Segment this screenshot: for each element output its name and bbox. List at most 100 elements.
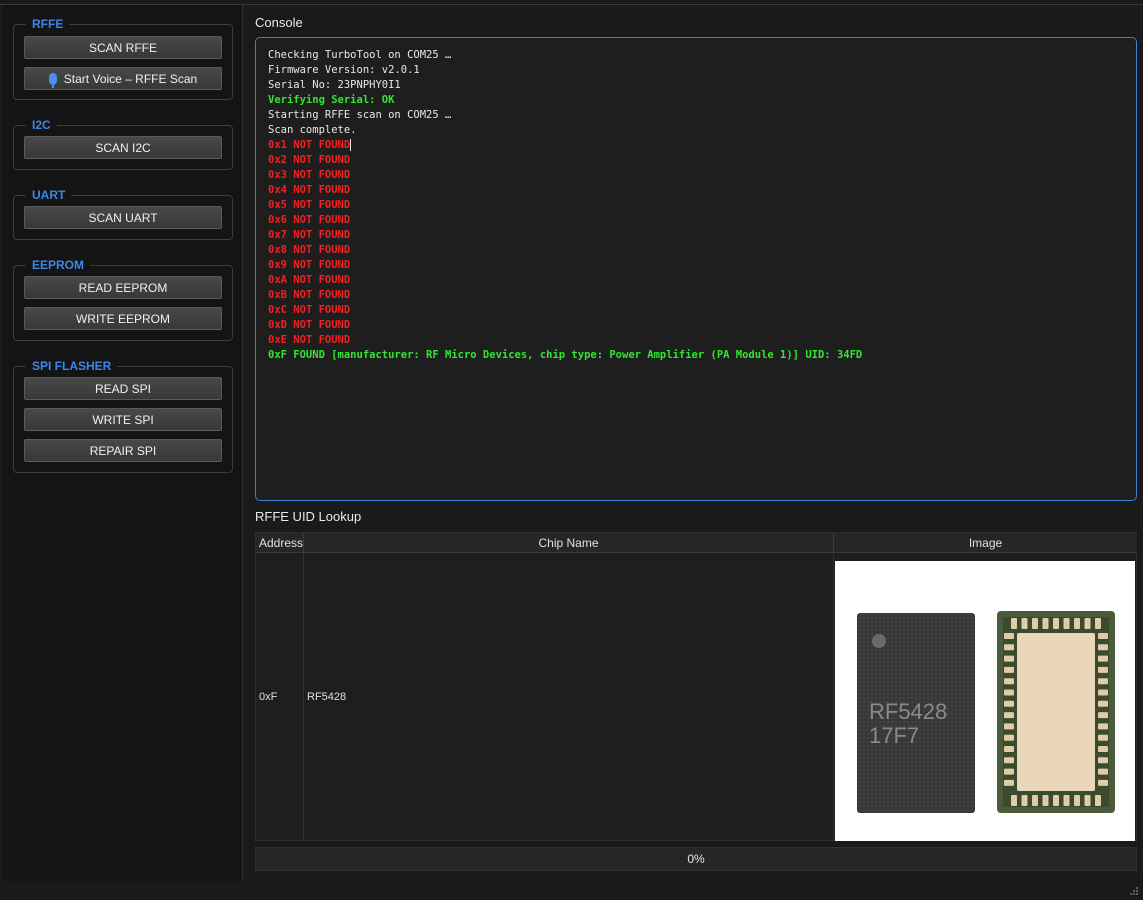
chip-pad (1004, 779, 1014, 786)
read-spi-button[interactable]: READ SPI (24, 377, 222, 400)
column-header-image[interactable]: Image (834, 533, 1137, 553)
chip-pad (1004, 768, 1014, 775)
rffe-group-title: RFFE (26, 16, 70, 32)
scan-i2c-label: SCAN I2C (95, 140, 151, 155)
console-line: 0x8 NOT FOUND (268, 244, 351, 256)
scan-i2c-button[interactable]: SCAN I2C (24, 136, 222, 159)
write-eeprom-label: WRITE EEPROM (75, 311, 170, 326)
chip-pad (1004, 723, 1014, 730)
chip-pad (1004, 757, 1014, 764)
chip-name-value: RF5428 (307, 691, 347, 703)
table-row-chip-name-cell[interactable]: RF5428 (304, 553, 834, 841)
chip-pad (1004, 712, 1014, 719)
chip-pad (1021, 795, 1028, 806)
chip-pad (1032, 618, 1038, 629)
console-line: Serial No: 23PNPHY0I1 (268, 79, 401, 91)
repair-spi-label: REPAIR SPI (89, 443, 157, 458)
chip-pad (1011, 795, 1017, 806)
write-spi-label: WRITE SPI (92, 412, 154, 427)
chip-pad (1021, 618, 1028, 629)
resize-grip-icon[interactable] (1129, 886, 1139, 896)
console-line: 0x1 NOT FOUND (268, 139, 352, 151)
console-line: 0x7 NOT FOUND (268, 229, 351, 241)
progress-label: 0% (687, 852, 705, 866)
chip-pad (1098, 757, 1108, 764)
chip-pad (1004, 655, 1014, 662)
chip-pad (1098, 746, 1108, 752)
console-title: Console (255, 15, 303, 30)
chip-pad (1084, 618, 1091, 629)
console-output[interactable]: Checking TurboTool on COM25 … Firmware Ve… (255, 37, 1137, 501)
chip-pad (1098, 644, 1108, 651)
chip-marking-line1: RF5428 (869, 699, 947, 724)
console-line: 0xA NOT FOUND (268, 274, 351, 286)
chip-pad (1063, 618, 1070, 629)
chip-pad (1032, 795, 1038, 806)
chip-pad (1074, 795, 1080, 806)
read-eeprom-button[interactable]: READ EEPROM (24, 276, 222, 299)
chip-pad (1004, 678, 1014, 685)
write-spi-button[interactable]: WRITE SPI (24, 408, 222, 431)
i2c-group: I2C SCAN I2C (13, 117, 233, 170)
progress-bar: 0% (255, 847, 1137, 871)
console-line: 0x4 NOT FOUND (268, 184, 351, 196)
chip-marking-line2: 17F7 (869, 723, 919, 748)
column-header-chip-name[interactable]: Chip Name (304, 533, 834, 553)
chip-pad (1042, 618, 1049, 629)
table-row-address-cell[interactable]: 0xF (256, 553, 304, 841)
eeprom-group: EEPROM READ EEPROM WRITE EEPROM (13, 257, 233, 341)
chip-pad (1063, 795, 1070, 806)
write-eeprom-button[interactable]: WRITE EEPROM (24, 307, 222, 330)
chip-pad (1098, 779, 1108, 786)
chip-pad (1095, 795, 1101, 806)
eeprom-group-title: EEPROM (26, 257, 91, 273)
chip-pad (1084, 795, 1091, 806)
scan-uart-label: SCAN UART (88, 210, 158, 225)
chip-pad (1004, 666, 1014, 673)
uart-group-title: UART (26, 187, 72, 203)
chip-pad (1004, 734, 1014, 741)
chip-pad (1004, 746, 1014, 752)
rffe-group: RFFE SCAN RFFE Start Voice – RFFE Scan (13, 16, 233, 100)
console-line: Firmware Version: v2.0.1 (268, 64, 420, 76)
console-line: 0x2 NOT FOUND (268, 154, 351, 166)
console-line: Starting RFFE scan on COM25 … (268, 109, 452, 121)
console-line: 0xE NOT FOUND (268, 334, 351, 346)
console-line: Checking TurboTool on COM25 … (268, 49, 452, 61)
chip-pad (1098, 633, 1108, 639)
rffe-uid-lookup-title: RFFE UID Lookup (255, 509, 362, 524)
console-line: Scan complete. (268, 124, 357, 136)
chip-pad (1098, 734, 1108, 741)
column-header-chip-name-label: Chip Name (538, 535, 599, 550)
microphone-icon (48, 72, 57, 88)
column-header-image-label: Image (968, 535, 1003, 550)
chip-image: RF5428 17F7 (835, 561, 1135, 841)
column-header-address[interactable]: Address (256, 533, 304, 553)
text-cursor (350, 139, 352, 151)
console-line: 0xB NOT FOUND (268, 289, 351, 301)
scan-rffe-label: SCAN RFFE (88, 40, 157, 55)
read-spi-label: READ SPI (94, 381, 151, 396)
console-line: 0xF FOUND [manufacturer: RF Micro Device… (268, 349, 863, 361)
read-eeprom-label: READ EEPROM (78, 280, 168, 295)
console-line: 0x6 NOT FOUND (268, 214, 351, 226)
repair-spi-button[interactable]: REPAIR SPI (24, 439, 222, 462)
column-header-address-label: Address (259, 535, 304, 550)
chip-pad (1004, 689, 1014, 696)
console-line: 0x9 NOT FOUND (268, 259, 351, 271)
chip-pad (1004, 644, 1014, 651)
chip-pad (1053, 795, 1059, 806)
start-voice-rffe-scan-button[interactable]: Start Voice – RFFE Scan (24, 67, 222, 90)
uart-group: UART SCAN UART (13, 187, 233, 240)
sidebar: RFFE SCAN RFFE Start Voice – RFFE Scan I… (3, 5, 243, 881)
address-value: 0xF (259, 691, 278, 703)
start-voice-label: Start Voice – RFFE Scan (63, 71, 198, 86)
chip-pad (1095, 618, 1101, 629)
console-line: 0x3 NOT FOUND (268, 169, 351, 181)
scan-uart-button[interactable]: SCAN UART (24, 206, 222, 229)
scan-rffe-button[interactable]: SCAN RFFE (24, 36, 222, 59)
chip-pad (1053, 618, 1059, 629)
console-line: 0xC NOT FOUND (268, 304, 351, 316)
chip-pad (1004, 633, 1014, 639)
chip-pad (1098, 655, 1108, 662)
